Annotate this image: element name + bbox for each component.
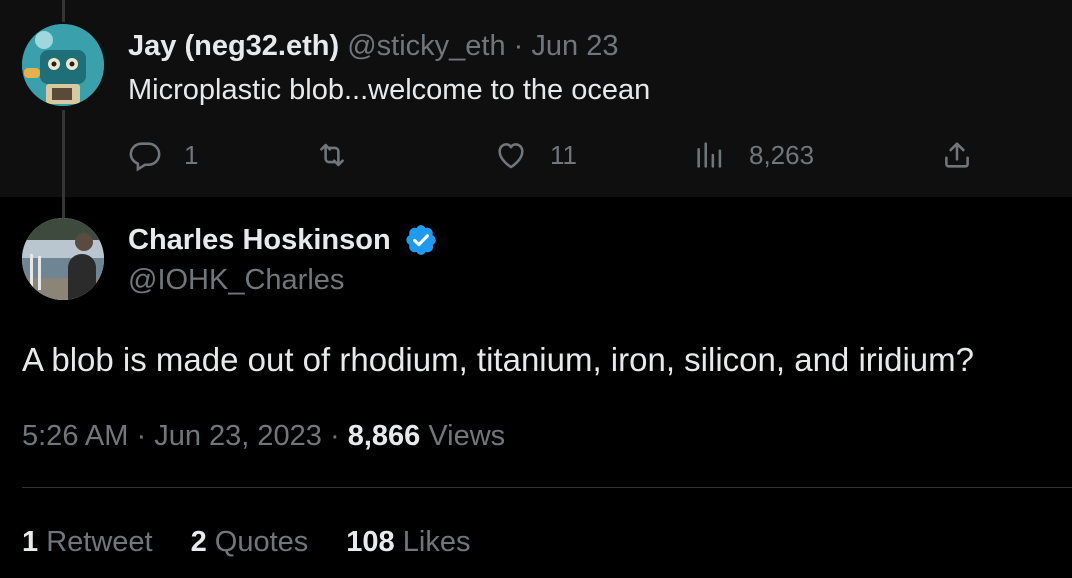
retweets-count: 1 — [22, 526, 39, 558]
tweet-meta: 5:26 AM · Jun 23, 2023 · 8,866 Views — [22, 418, 505, 454]
thread-line-top — [62, 0, 65, 22]
likes-label: Likes — [402, 526, 471, 558]
heart-icon — [498, 143, 524, 169]
retweets-label: Retweet — [46, 526, 153, 558]
retweets-stat[interactable]: 1 Retweet — [22, 524, 153, 560]
retweet-button[interactable] — [315, 137, 349, 173]
views-button[interactable]: 8,263 — [693, 137, 814, 173]
likes-stat[interactable]: 108 Likes — [346, 524, 470, 560]
tweet-time[interactable]: 5:26 AM — [22, 420, 128, 452]
author-name[interactable]: Jay (neg32.eth) — [128, 30, 339, 62]
share-icon — [945, 142, 969, 168]
views-count: 8,866 — [347, 420, 421, 452]
separator: · — [513, 30, 524, 62]
likes-count: 108 — [346, 526, 395, 558]
views-label: Views — [428, 420, 506, 452]
tweet-date[interactable]: Jun 23 — [531, 30, 618, 62]
reply-header: Jay (neg32.eth) @sticky_eth · Jun 23 — [128, 28, 618, 64]
views-count: 8,263 — [749, 139, 815, 170]
reply-icon — [129, 142, 161, 172]
like-button[interactable]: 11 — [494, 137, 577, 173]
author-handle[interactable]: @sticky_eth — [347, 30, 505, 62]
tweet-text: A blob is made out of rhodium, titanium,… — [22, 341, 974, 378]
reply-button[interactable]: 1 — [128, 137, 198, 173]
engagement-stats: 1 Retweet 2 Quotes 108 Likes — [22, 524, 508, 560]
thread-line — [62, 110, 65, 222]
author-name[interactable]: Charles Hoskinson — [128, 222, 391, 258]
verified-badge-icon[interactable] — [404, 223, 438, 257]
separator: · — [329, 420, 340, 452]
robot-avatar-icon — [22, 24, 104, 106]
avatar[interactable] — [22, 218, 104, 300]
tweet-text: Microplastic blob...welcome to the ocean — [128, 74, 651, 106]
share-button[interactable] — [940, 137, 974, 173]
author-handle[interactable]: @IOHK_Charles — [128, 262, 344, 298]
views-chart-icon — [697, 142, 722, 168]
divider — [22, 487, 1072, 488]
tweet-date[interactable]: Jun 23, 2023 — [154, 420, 322, 452]
profile-photo-icon — [22, 218, 104, 300]
like-count: 11 — [550, 139, 577, 170]
separator: · — [136, 420, 147, 452]
quotes-label: Quotes — [214, 526, 309, 558]
quotes-count: 2 — [190, 526, 207, 558]
quotes-stat[interactable]: 2 Quotes — [191, 524, 309, 560]
retweet-icon — [320, 143, 344, 167]
avatar[interactable] — [22, 24, 104, 106]
parent-tweet[interactable]: Jay (neg32.eth) @sticky_eth · Jun 23 Mic… — [0, 0, 1072, 222]
reply-count: 1 — [184, 139, 199, 170]
